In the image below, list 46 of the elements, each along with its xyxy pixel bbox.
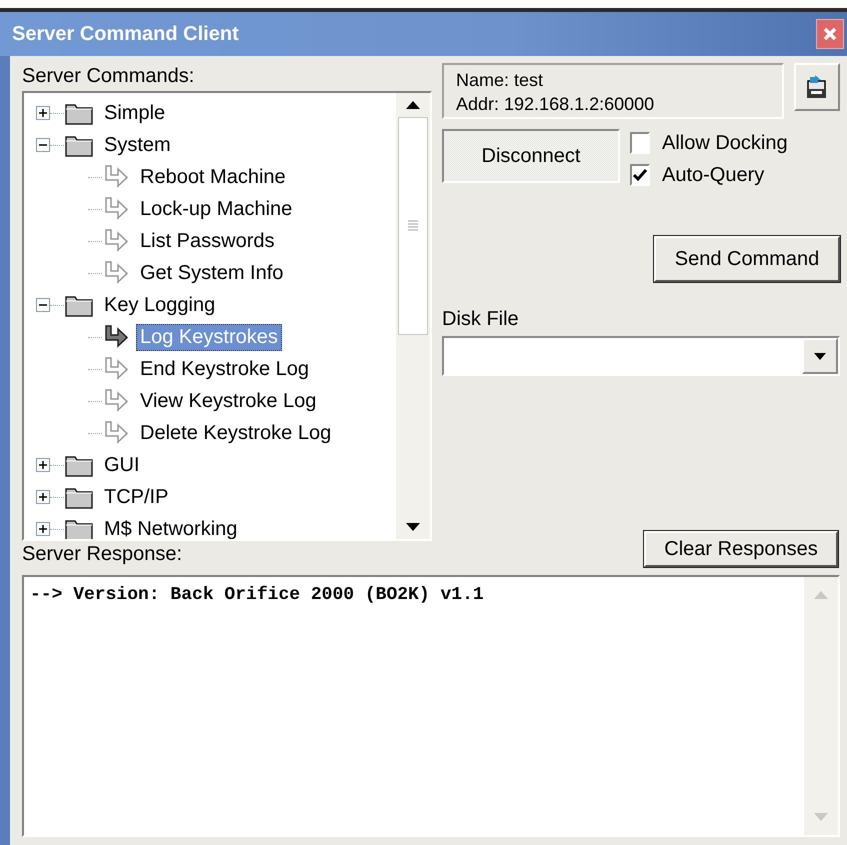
tree-item[interactable]: System xyxy=(100,132,175,158)
send-command-button[interactable]: Send Command xyxy=(654,236,840,282)
tree-item[interactable]: M$ Networking xyxy=(100,516,242,539)
expand-icon[interactable] xyxy=(36,458,50,472)
tree-item[interactable]: End Keystroke Log xyxy=(136,356,313,382)
tree-item[interactable]: List Passwords xyxy=(136,228,278,254)
server-address: Addr: 192.168.1.2:60000 xyxy=(456,93,656,116)
tree-item[interactable]: View Keystroke Log xyxy=(136,388,320,414)
tree-item[interactable]: Lock-up Machine xyxy=(136,196,296,222)
check-icon xyxy=(633,169,647,181)
expand-icon[interactable] xyxy=(36,490,50,504)
checkbox[interactable] xyxy=(630,164,650,186)
expand-icon[interactable] xyxy=(36,106,50,120)
section-label: Server Commands: xyxy=(22,64,196,89)
tree-item[interactable]: GUI xyxy=(100,452,144,478)
field-label: Disk File xyxy=(442,307,520,332)
checkbox-label[interactable]: Auto-Query xyxy=(662,164,764,186)
checkbox[interactable] xyxy=(630,132,650,154)
scroll-up-icon xyxy=(814,591,828,599)
close-button[interactable] xyxy=(816,19,844,49)
scroll-thumb[interactable] xyxy=(398,117,428,335)
clear-responses-button[interactable]: Clear Responses xyxy=(644,531,838,567)
close-icon xyxy=(823,27,837,41)
window-title: Server Command Client xyxy=(12,22,239,46)
scroll-down-icon xyxy=(814,813,828,821)
printer-icon xyxy=(805,73,829,101)
printer-button[interactable] xyxy=(794,63,840,111)
scroll-down-icon[interactable] xyxy=(406,523,420,531)
section-label: Server Response: xyxy=(22,542,182,567)
scrollbar[interactable] xyxy=(396,93,430,539)
collapse-icon[interactable] xyxy=(36,298,50,312)
collapse-icon[interactable] xyxy=(36,138,50,152)
disconnect-button[interactable]: Disconnect xyxy=(442,129,620,183)
dropdown-arrow-icon[interactable] xyxy=(814,352,826,360)
server-name: Name: test xyxy=(456,69,544,92)
tree-item[interactable]: Key Logging xyxy=(100,292,220,318)
response-line: --> Version: Back Orifice 2000 (BO2K) v1.1 xyxy=(30,585,485,605)
expand-icon[interactable] xyxy=(36,522,50,536)
scroll-up-icon[interactable] xyxy=(406,101,420,109)
checkbox-label[interactable]: Allow Docking xyxy=(662,132,788,154)
tree-item[interactable]: TCP/IP xyxy=(100,484,172,510)
grip-icon xyxy=(408,220,418,232)
tree-item[interactable]: Simple xyxy=(100,100,170,126)
tree-item[interactable]: Reboot Machine xyxy=(136,164,290,190)
tree-item[interactable]: Get System Info xyxy=(136,260,288,286)
tree-item[interactable]: Delete Keystroke Log xyxy=(136,420,336,446)
